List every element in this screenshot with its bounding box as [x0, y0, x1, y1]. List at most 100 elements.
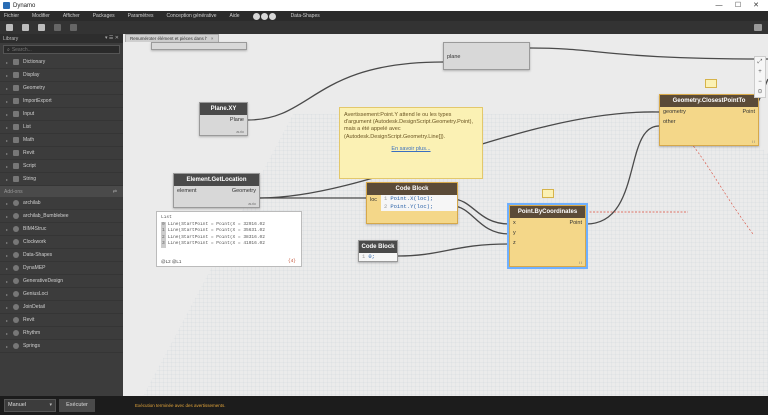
pan-icon[interactable]: ⊙ [755, 87, 765, 97]
menu-conception-generative[interactable]: Conception générative [167, 13, 217, 19]
undo-icon[interactable] [54, 24, 61, 31]
package-item-rhythm[interactable]: ▸ Rhythm [0, 327, 123, 340]
menu-aide[interactable]: Aide [230, 13, 240, 19]
package-icon [13, 226, 19, 232]
package-icon [13, 291, 19, 297]
port-y-input[interactable]: y [510, 228, 585, 238]
library-controls-icon[interactable]: ▾ ☰ ✕ [105, 35, 119, 41]
minimize-button[interactable]: — [710, 0, 728, 11]
library-item-string[interactable]: ▸ String [0, 173, 123, 186]
node-plane-xy[interactable]: Plane.XY Plane auto [199, 102, 248, 136]
port-loc-input[interactable]: loc [367, 195, 381, 205]
port-other-input[interactable]: other [660, 117, 758, 127]
screenshot-icon[interactable] [754, 24, 762, 31]
node-geometry-closestpointto[interactable]: Geometry.ClosestPointTo geometry Point ot… [659, 94, 759, 146]
port-element-input[interactable]: element Geometry [174, 186, 259, 196]
package-item-data-shapes[interactable]: ▸ Data-Shapes [0, 249, 123, 262]
node-point-bycoordinates[interactable]: Point.ByCoordinates x Point y z l l [507, 203, 588, 269]
menu-fichier[interactable]: Fichier [4, 13, 19, 19]
preview-header: List [161, 215, 172, 220]
library-item-geometry[interactable]: ▸ Geometry [0, 82, 123, 95]
node-code-block[interactable]: Code Block loc 1 Point.X(loc); 2 Point.Y(l… [366, 182, 458, 224]
package-item-label: archilab [23, 200, 41, 206]
zoom-out-icon[interactable]: − [755, 77, 765, 87]
package-item-dynamep[interactable]: ▸ DynaMEP [0, 262, 123, 275]
node-preview-bubble[interactable]: List 0 Line(StartPoint = Point(X = 32916.… [156, 211, 302, 267]
note-icon[interactable] [542, 189, 554, 198]
run-mode-select[interactable]: Manuel ▾ [4, 399, 56, 412]
close-window-button[interactable]: ✕ [747, 0, 765, 11]
library-item-label: Display [23, 72, 40, 78]
zoom-in-icon[interactable]: + [755, 67, 765, 77]
node-partial-top-left[interactable] [151, 42, 247, 50]
zoom-fit-icon[interactable]: ⤢ [755, 57, 765, 67]
node-element-getlocation[interactable]: Element.GetLocation element Geometry aut… [173, 173, 260, 208]
expand-icon: ▸ [6, 137, 9, 143]
package-item-clockwork[interactable]: ▸ Clockwork [0, 236, 123, 249]
expand-icon: ▸ [6, 278, 9, 284]
new-file-icon[interactable] [6, 24, 13, 31]
run-button[interactable]: Exécuter [59, 399, 95, 412]
extension-icons[interactable] [252, 12, 277, 20]
library-item-importexport[interactable]: ▸ ImportExport [0, 95, 123, 108]
category-icon [13, 59, 19, 65]
category-icon [13, 111, 19, 117]
port-plane[interactable]: plane [444, 52, 529, 62]
menu-modifier[interactable]: Modifier [32, 13, 50, 19]
library-item-input[interactable]: ▸ Input [0, 108, 123, 121]
package-item-generativedesign[interactable]: ▸ GenerativeDesign [0, 275, 123, 288]
package-item-archilab_bumblebee[interactable]: ▸ archilab_Bumblebee [0, 210, 123, 223]
addons-section[interactable]: Add-ons ⇄ [0, 186, 123, 197]
library-item-dictionary[interactable]: ▸ Dictionary [0, 56, 123, 69]
lacing-label: l l [752, 139, 755, 144]
library-search[interactable]: ⌕ [3, 45, 120, 54]
library-item-label: List [23, 124, 31, 130]
code-line-zero[interactable]: 1 0; [359, 253, 397, 261]
package-item-joindetail[interactable]: ▸ JoinDetail [0, 301, 123, 314]
port-point-output[interactable]: Point [569, 218, 582, 228]
code-line-2[interactable]: 2 Point.Y(loc); [381, 203, 457, 211]
node-code-block-zero[interactable]: Code Block 1 0; [358, 240, 398, 262]
port-z-input[interactable]: z [510, 238, 585, 248]
preview-index: 1 [161, 228, 166, 235]
library-item-list[interactable]: ▸ List [0, 121, 123, 134]
menu-afficher[interactable]: Afficher [63, 13, 80, 19]
node-title: Point.ByCoordinates [510, 206, 585, 218]
library-item-math[interactable]: ▸ Math [0, 134, 123, 147]
learn-more-link[interactable]: En savoir plus... [344, 146, 478, 153]
package-item-label: Clockwork [23, 239, 47, 245]
graph-workspace[interactable]: Renuméroter élément et pièces dans l' × p… [123, 34, 768, 396]
library-item-display[interactable]: ▸ Display [0, 69, 123, 82]
port-point-output[interactable]: Point [742, 107, 755, 117]
library-search-input[interactable] [11, 46, 112, 53]
collapse-icon[interactable]: ⇄ [113, 189, 117, 195]
node-partial-top[interactable]: plane [443, 42, 530, 70]
tab-graph[interactable]: Renuméroter élément et pièces dans l' × [125, 34, 219, 42]
package-item-springs[interactable]: ▸ Springs [0, 340, 123, 353]
port-plane-output[interactable]: Plane [200, 115, 247, 125]
library-item-revit[interactable]: ▸ Revit [0, 147, 123, 160]
title-bar: Dynamo — ☐ ✕ [0, 0, 768, 11]
code-line-1[interactable]: 1 Point.X(loc); [381, 195, 457, 203]
redo-icon[interactable] [70, 24, 77, 31]
port-x-input[interactable]: x Point [510, 218, 585, 228]
note-icon[interactable] [705, 79, 717, 88]
library-item-label: Geometry [23, 85, 45, 91]
wire-top-to-right [529, 47, 768, 60]
tab-close-icon[interactable]: × [211, 36, 214, 41]
port-geometry-output[interactable]: Geometry [232, 186, 256, 196]
package-item-bim4struc[interactable]: ▸ BIM4Struc [0, 223, 123, 236]
menu-parametres[interactable]: Paramètres [128, 13, 154, 19]
package-item-revit[interactable]: ▸ Revit [0, 314, 123, 327]
port-geometry-input[interactable]: geometry Point [660, 107, 758, 117]
open-file-icon[interactable] [22, 24, 29, 31]
save-icon[interactable] [38, 24, 45, 31]
dynamo-logo-icon [3, 2, 10, 9]
package-item-geniusloci[interactable]: ▸ GeniusLoci [0, 288, 123, 301]
menu-data-shapes[interactable]: Data-Shapes [291, 13, 320, 19]
menu-packages[interactable]: Packages [93, 13, 115, 19]
package-item-archilab[interactable]: ▸ archilab [0, 197, 123, 210]
library-item-script[interactable]: ▸ Script [0, 160, 123, 173]
library-item-label: Math [23, 137, 35, 143]
maximize-button[interactable]: ☐ [729, 0, 747, 11]
